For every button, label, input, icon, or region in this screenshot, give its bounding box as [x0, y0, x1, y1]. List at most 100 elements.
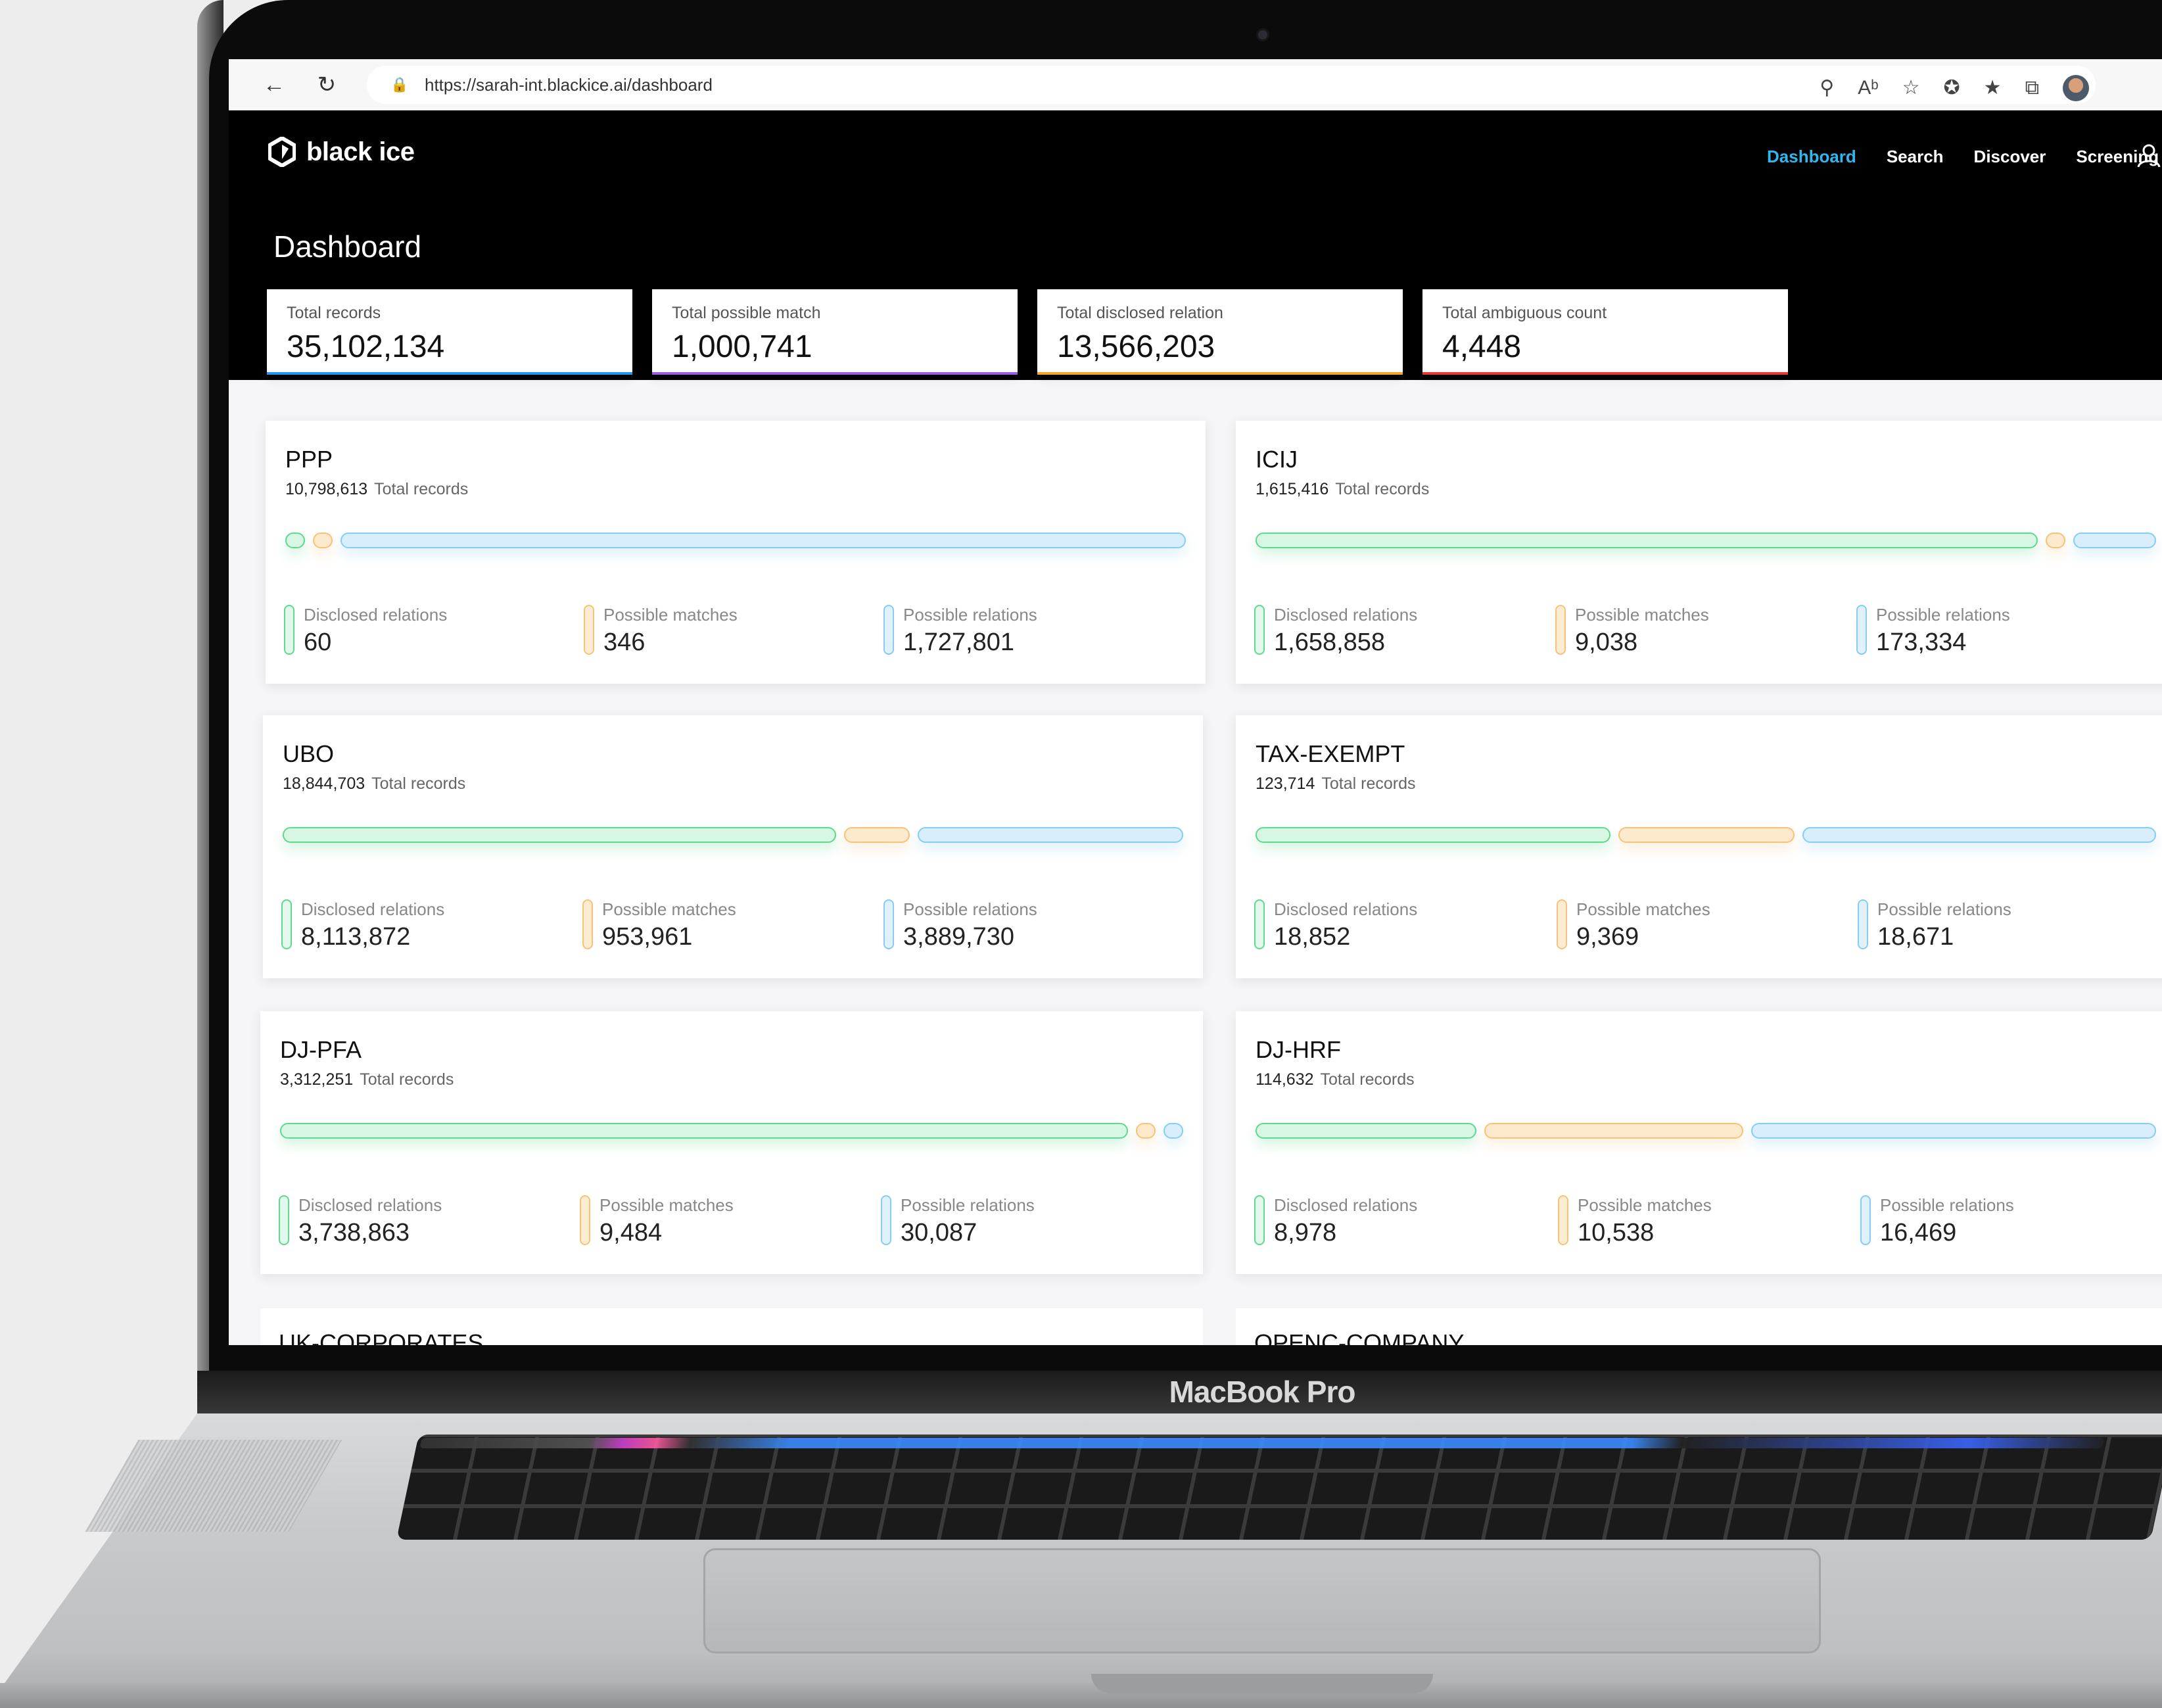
- stat-underline: [652, 372, 1018, 375]
- matches-bar: [313, 533, 333, 548]
- source-card-icij[interactable]: ICIJ 1,615,416 Total records Disclosed re…: [1236, 421, 2162, 684]
- blue-pill-icon: [881, 1195, 891, 1245]
- nav-discover[interactable]: Discover: [1974, 147, 2046, 167]
- orange-pill-icon: [1558, 1195, 1568, 1245]
- metric-label: Possible matches: [1576, 899, 1710, 919]
- stat-total-disclosed-relation: Total disclosed relation 13,566,203: [1037, 289, 1403, 375]
- black-ice-logo-icon: [268, 137, 296, 167]
- stat-label: Total records: [287, 304, 381, 322]
- source-total: 3,312,251 Total records: [280, 1070, 454, 1089]
- profile-avatar[interactable]: [2063, 75, 2089, 101]
- metric-label: Disclosed relations: [298, 1195, 442, 1215]
- relations-bar: [1163, 1123, 1183, 1139]
- back-arrow-icon[interactable]: ←: [262, 72, 287, 97]
- green-pill-icon: [284, 605, 294, 655]
- read-aloud-icon[interactable]: Aᵇ: [1858, 75, 1878, 101]
- source-total: 1,615,416 Total records: [1256, 480, 1429, 499]
- metric-value: 18,671: [1877, 923, 1954, 951]
- total-label: Total records: [1320, 1070, 1415, 1089]
- orange-pill-icon: [1555, 605, 1566, 655]
- green-pill-icon: [1254, 605, 1265, 655]
- total-value: 123,714: [1256, 774, 1315, 793]
- orange-pill-icon: [584, 605, 594, 655]
- stat-underline: [1037, 372, 1403, 375]
- disclosed-bar: [1256, 533, 2038, 548]
- metric-label: Possible relations: [901, 1195, 1035, 1215]
- metric-value: 953,961: [602, 923, 693, 951]
- brand-name: black ice: [306, 137, 415, 166]
- green-pill-icon: [279, 1195, 289, 1245]
- green-pill-icon: [281, 899, 292, 949]
- favorites-icon[interactable]: ★: [1984, 75, 2002, 101]
- stat-underline: [1422, 372, 1788, 375]
- disclosed-bar: [1256, 827, 1610, 843]
- metric-label: Possible matches: [602, 899, 736, 919]
- relations-bar: [341, 533, 1186, 548]
- source-name: ICIJ: [1256, 446, 1298, 473]
- blue-pill-icon: [1856, 605, 1867, 655]
- relations-bar: [2073, 533, 2156, 548]
- matches-bar: [2046, 533, 2065, 548]
- key-icon[interactable]: ⚲: [1820, 75, 1834, 101]
- source-total: 123,714 Total records: [1256, 774, 1416, 794]
- stat-total-records: Total records 35,102,134: [267, 289, 632, 375]
- source-card-dj-hrf[interactable]: DJ-HRF 114,632 Total records Disclosed re…: [1236, 1011, 2162, 1274]
- stat-value: 4,448: [1442, 329, 1522, 364]
- stat-value: 35,102,134: [287, 329, 445, 364]
- metric-value: 16,469: [1880, 1219, 1957, 1246]
- source-card-dj-pfa[interactable]: DJ-PFA 3,312,251 Total records Disclosed …: [260, 1011, 1203, 1274]
- reload-icon[interactable]: ↻: [314, 72, 339, 97]
- metric-label: Possible relations: [1880, 1195, 2014, 1215]
- nav-dashboard[interactable]: Dashboard: [1767, 147, 1856, 167]
- browser-toolbar: ← ↻ 🔒 https://sarah-int.blackice.ai/dash…: [229, 59, 2162, 110]
- metric-label: Possible relations: [1876, 605, 2010, 625]
- source-total: 114,632 Total records: [1256, 1070, 1415, 1089]
- matches-bar: [1136, 1123, 1156, 1139]
- metric-value: 1,658,858: [1274, 629, 1386, 656]
- brand-logo[interactable]: black ice: [268, 137, 415, 167]
- user-icon[interactable]: [2136, 142, 2162, 168]
- extensions-icon[interactable]: ✪: [1944, 75, 1960, 101]
- source-card-tax-exempt[interactable]: TAX-EXEMPT 123,714 Total records Disclose…: [1236, 715, 2162, 978]
- orange-pill-icon: [582, 899, 593, 949]
- nav-search[interactable]: Search: [1887, 147, 1944, 167]
- screen: ← ↻ 🔒 https://sarah-int.blackice.ai/dash…: [229, 59, 2162, 1345]
- source-name: DJ-PFA: [280, 1036, 362, 1063]
- favorite-add-icon[interactable]: ☆: [1902, 75, 1920, 101]
- stat-value: 1,000,741: [672, 329, 812, 364]
- address-bar[interactable]: 🔒 https://sarah-int.blackice.ai/dashboar…: [367, 66, 2096, 104]
- blue-pill-icon: [1860, 1195, 1871, 1245]
- matches-bar: [1618, 827, 1795, 843]
- metric-label: Disclosed relations: [1274, 899, 1418, 919]
- total-label: Total records: [1335, 480, 1430, 498]
- collections-icon[interactable]: ⧉: [2025, 75, 2039, 101]
- touch-bar: [419, 1438, 2105, 1448]
- disclosed-bar: [285, 533, 305, 548]
- source-card-openc-company[interactable]: OPENC-COMPANY: [1236, 1308, 2162, 1345]
- source-name: UBO: [283, 740, 335, 767]
- metric-label: Disclosed relations: [301, 899, 445, 919]
- stat-label: Total possible match: [672, 304, 821, 322]
- blue-pill-icon: [1858, 899, 1868, 949]
- source-card-uk-corporates[interactable]: UK-CORPORATES: [260, 1308, 1203, 1345]
- source-name: TAX-EXEMPT: [1256, 740, 1405, 767]
- disclosed-bar: [1256, 1123, 1476, 1139]
- total-value: 114,632: [1256, 1070, 1314, 1089]
- metric-label: Disclosed relations: [304, 605, 448, 625]
- total-value: 10,798,613: [285, 480, 368, 498]
- metric-value: 3,738,863: [298, 1219, 410, 1246]
- source-name: OPENC-COMPANY: [1254, 1329, 1465, 1345]
- source-card-ppp[interactable]: PPP 10,798,613 Total records Disclosed re…: [266, 421, 1206, 684]
- total-value: 1,615,416: [1256, 480, 1329, 498]
- green-pill-icon: [1254, 1195, 1265, 1245]
- blue-pill-icon: [883, 899, 894, 949]
- metric-label: Disclosed relations: [1274, 1195, 1418, 1215]
- metric-label: Possible matches: [1575, 605, 1709, 625]
- stat-underline: [267, 372, 632, 375]
- source-card-ubo[interactable]: UBO 18,844,703 Total records Disclosed re…: [263, 715, 1203, 978]
- source-total: 10,798,613 Total records: [285, 480, 468, 499]
- orange-pill-icon: [1557, 899, 1567, 949]
- url-text[interactable]: https://sarah-int.blackice.ai/dashboard: [425, 75, 713, 95]
- browser-actions: ⚲ Aᵇ ☆ ✪ ★ ⧉: [1820, 75, 2089, 101]
- stat-total-ambiguous-count: Total ambiguous count 4,448: [1422, 289, 1788, 375]
